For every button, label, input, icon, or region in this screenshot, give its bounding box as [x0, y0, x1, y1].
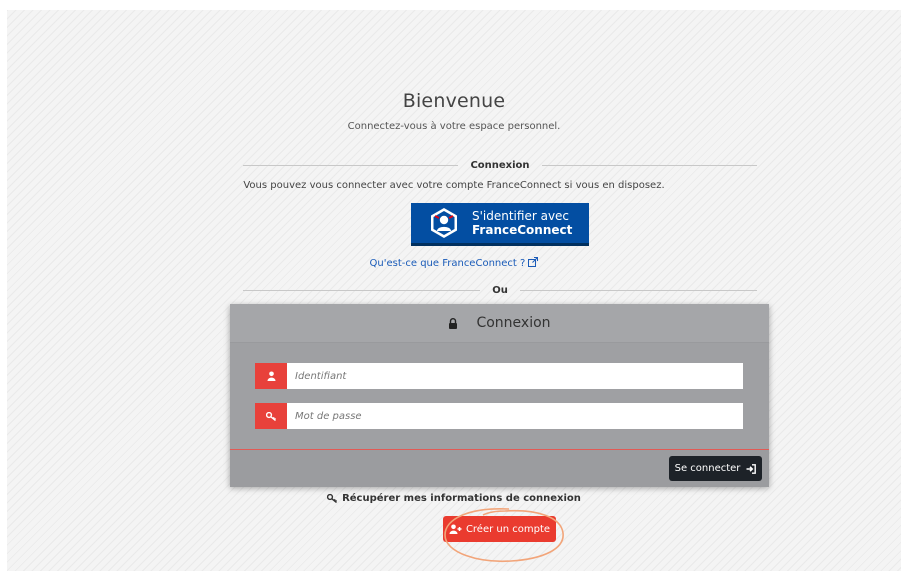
key-icon — [327, 494, 338, 503]
sign-in-icon — [746, 463, 757, 474]
franceconnect-button-line2: FranceConnect — [472, 223, 573, 237]
franceconnect-button[interactable]: S'identifier avec FranceConnect — [411, 203, 589, 246]
key-icon — [255, 403, 287, 429]
divider-line-left — [243, 164, 459, 166]
create-account-label: Créer un compte — [465, 523, 551, 535]
login-panel: Connexion Se connecter — [230, 304, 769, 487]
divider-line-left — [243, 289, 481, 291]
login-panel-header: Connexion — [230, 304, 769, 343]
lock-icon — [448, 317, 458, 329]
connexion-divider: Connexion — [243, 158, 758, 172]
login-submit-label: Se connecter — [674, 463, 741, 474]
login-submit-button[interactable]: Se connecter — [669, 456, 762, 481]
franceconnect-info: Vous pouvez vous connecter avec votre co… — [243, 180, 665, 191]
what-is-franceconnect-link[interactable]: Qu'est-ce que FranceConnect ? — [7, 257, 901, 269]
user-icon — [255, 363, 287, 389]
franceconnect-button-text: S'identifier avec FranceConnect — [472, 209, 572, 237]
login-panel-title: Connexion — [476, 315, 551, 331]
create-account-button[interactable]: Créer un compte — [443, 516, 556, 542]
connexion-divider-label: Connexion — [470, 159, 530, 171]
what-is-franceconnect-label: Qu'est-ce que FranceConnect ? — [369, 258, 526, 269]
user-plus-icon — [449, 524, 462, 534]
page-background: Bienvenue Connectez-vous à votre espace … — [7, 10, 901, 571]
divider-line-right — [541, 164, 758, 166]
divider-line-right — [519, 289, 757, 291]
password-input[interactable] — [287, 403, 743, 429]
or-divider-label: Ou — [492, 284, 508, 296]
username-input[interactable] — [287, 363, 743, 389]
or-divider: Ou — [243, 283, 757, 297]
external-link-icon — [528, 257, 539, 269]
recover-credentials-link[interactable]: Récupérer mes informations de connexion — [7, 493, 901, 504]
franceconnect-logo-icon — [428, 207, 460, 239]
password-field — [255, 403, 743, 429]
recover-credentials-label: Récupérer mes informations de connexion — [342, 493, 581, 504]
franceconnect-button-line1: S'identifier avec — [472, 209, 570, 223]
page-subtitle: Connectez-vous à votre espace personnel. — [347, 121, 561, 132]
username-field — [255, 363, 743, 389]
login-panel-footer: Se connecter — [230, 449, 769, 487]
page-title: Bienvenue — [402, 90, 506, 112]
